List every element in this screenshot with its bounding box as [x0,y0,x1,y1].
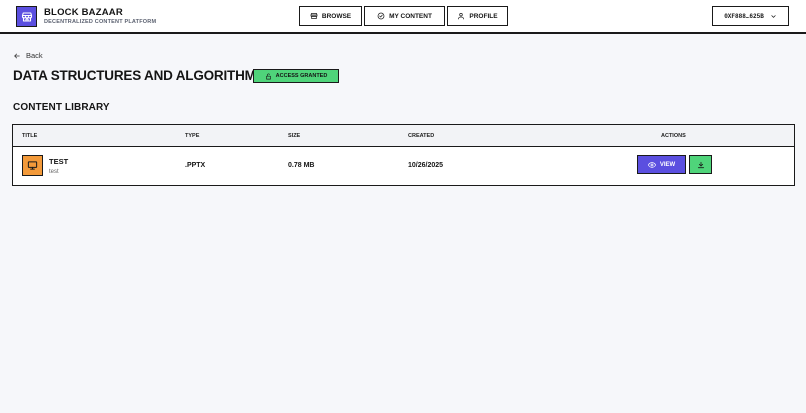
back-link[interactable]: Back [13,51,43,60]
column-header-size: SIZE [288,133,301,139]
brand-subtitle: DECENTRALIZED CONTENT PLATFORM [44,19,157,25]
top-header: BLOCK BAZAAR DECENTRALIZED CONTENT PLATF… [0,0,806,34]
store-logo-icon[interactable] [16,6,37,27]
nav-browse-label: BROWSE [321,12,352,20]
table-header: TITLE TYPE SIZE CREATED ACTIONS [13,125,794,147]
file-type: .PPTX [185,162,206,169]
nav-my-content-button[interactable]: MY CONTENT [364,6,445,26]
nav-my-content-label: MY CONTENT [389,12,432,20]
unlock-icon [265,73,271,79]
page-title: DATA STRUCTURES AND ALGORITHMS [13,68,265,83]
nav-profile-label: PROFILE [469,12,498,20]
view-button[interactable]: VIEW [637,155,686,174]
user-icon [458,12,465,20]
column-header-created: CREATED [408,133,435,139]
nav-browse-button[interactable]: BROWSE [299,6,362,26]
column-header-type: TYPE [185,133,200,139]
download-icon [697,161,704,168]
nav-profile-button[interactable]: PROFILE [447,6,508,26]
store-icon [310,12,318,20]
arrow-left-icon [14,53,20,58]
wallet-address: 0XF888…625B [724,12,764,20]
check-circle-icon [377,12,385,20]
content-table: TITLE TYPE SIZE CREATED ACTIONS TEST tes… [12,124,795,186]
access-badge-label: ACCESS GRANTED [275,73,328,79]
eye-icon [647,161,656,168]
brand-title[interactable]: BLOCK BAZAAR [44,7,123,18]
file-size: 0.78 MB [288,162,315,169]
download-button[interactable] [689,155,712,174]
column-header-actions: ACTIONS [661,133,686,139]
chevron-down-icon [771,14,776,18]
file-created-date: 10/26/2025 [408,162,444,169]
access-granted-badge: ACCESS GRANTED [253,69,339,83]
table-row: TEST test .PPTX 0.78 MB 10/26/2025 VIEW [13,147,794,185]
back-label: Back [26,51,43,60]
section-title: CONTENT LIBRARY [13,102,110,113]
wallet-address-button[interactable]: 0XF888…625B [712,6,789,26]
column-header-title: TITLE [22,133,38,139]
view-button-label: VIEW [659,161,676,168]
presentation-icon [22,155,43,176]
file-description: test [49,169,59,175]
file-title: TEST [49,157,69,166]
